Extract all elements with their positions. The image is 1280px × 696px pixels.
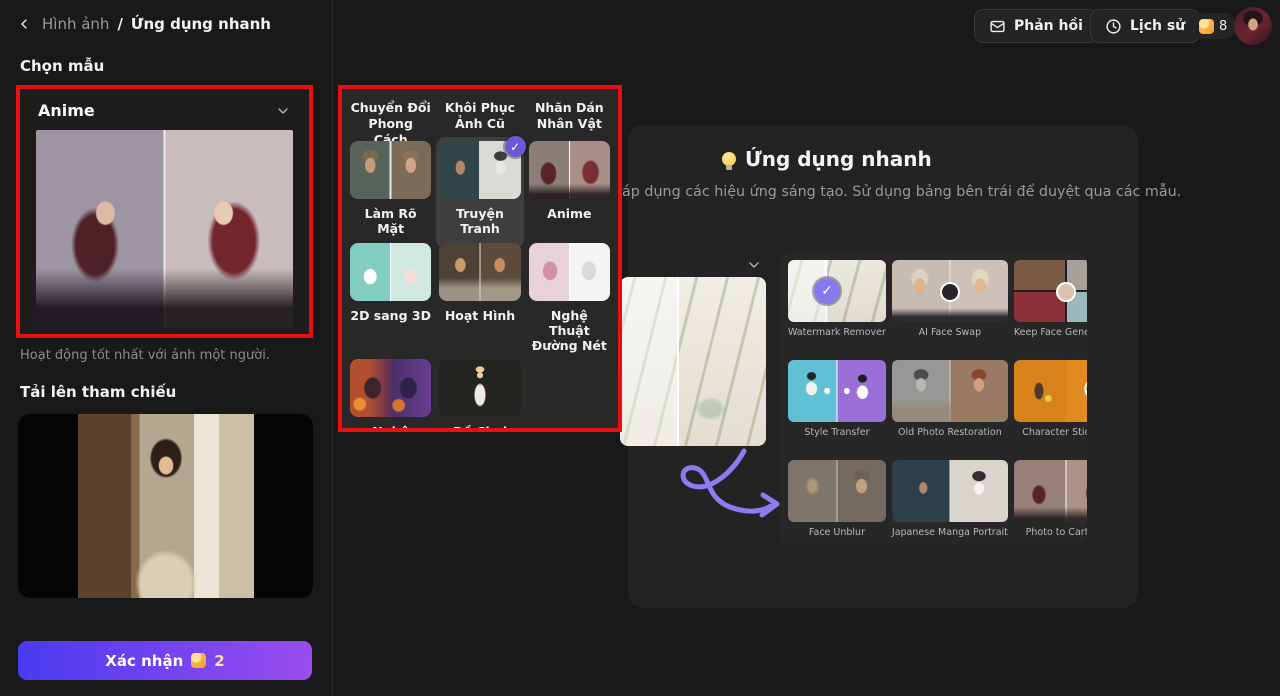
effect-thumbnail [892, 360, 1008, 422]
sidebar-divider [332, 0, 333, 696]
envelope-icon [989, 18, 1006, 35]
template-nghe-thuat[interactable]: Nghệ Thuật [350, 359, 431, 432]
effect-keep-face-generation[interactable]: Keep Face Generation [1014, 260, 1087, 360]
curved-arrow-icon [616, 445, 792, 531]
app-window: Hình ảnh / Ứng dụng nhanh Phản hồi Lịch … [0, 0, 1280, 696]
effect-character-stickers[interactable]: Character Stickers [1014, 360, 1087, 460]
template-categories-panel: Chuyển Đổi Phong Cách Khôi Phục Ảnh Cũ N… [338, 85, 622, 432]
effect-thumbnail [892, 260, 1008, 322]
effect-thumbnail [788, 360, 886, 422]
effect-label: AI Face Swap [919, 327, 981, 338]
template-dropdown[interactable]: Anime [20, 89, 309, 128]
reference-photo [78, 414, 254, 598]
face-ring-icon [940, 282, 960, 302]
upload-reference-title: Tải lên tham chiếu [20, 383, 176, 401]
effect-label: Style Transfer [804, 427, 869, 438]
confirm-button[interactable]: Xác nhận 2 [18, 641, 312, 680]
back-icon[interactable] [14, 14, 34, 34]
lightbulb-icon [722, 152, 736, 166]
template-label: Đồ Chơi Nhựa [439, 424, 520, 432]
avatar[interactable] [1234, 7, 1272, 45]
feedback-button[interactable]: Phản hồi [974, 9, 1098, 43]
template-label: 2D sang 3D [350, 308, 431, 323]
reference-upload-area[interactable] [18, 414, 313, 598]
confirm-cost: 2 [214, 652, 224, 670]
effect-label: Face Unblur [809, 527, 865, 538]
clock-icon [1105, 18, 1122, 35]
template-nghe-thuat-duong-net[interactable]: Nghệ Thuật Đường Nét [529, 243, 610, 359]
effect-label: Old Photo Restoration [898, 427, 1002, 438]
credits-badge[interactable]: 8 [1190, 13, 1236, 39]
confirm-label: Xác nhận [105, 652, 183, 670]
template-preview-image [36, 130, 293, 328]
template-hint: Hoạt động tốt nhất với ảnh một người. [20, 348, 270, 363]
template-label: Hoạt Hình [445, 308, 515, 323]
page-title: Ứng dụng nhanh [722, 147, 932, 171]
effects-grid: ✓ Watermark Remover AI Face Swap Keep Fa… [780, 252, 1087, 545]
effect-japanese-manga-portrait[interactable]: Japanese Manga Portrait [892, 460, 1008, 538]
page-title-text: Ứng dụng nhanh [745, 147, 932, 171]
effect-label: Japanese Manga Portrait [892, 527, 1008, 538]
template-label: Nghệ Thuật Đường Nét [529, 308, 610, 353]
check-icon: ✓ [505, 136, 526, 157]
chevron-down-icon [275, 103, 291, 119]
history-label: Lịch sử [1130, 18, 1185, 34]
check-icon: ✓ [814, 278, 840, 304]
effect-thumbnail [1014, 360, 1087, 422]
template-thumbnail: ✓ [439, 141, 520, 199]
breadcrumb-current: Ứng dụng nhanh [131, 15, 271, 33]
page-subtitle: áp dụng các hiệu ứng sáng tạo. Sử dụng b… [622, 184, 1134, 200]
effect-thumbnail [892, 460, 1008, 522]
face-ring-icon [1056, 282, 1076, 302]
watermark-preview-image [620, 277, 766, 446]
effect-label: Photo to Cartoon [1026, 527, 1087, 538]
template-thumbnail [350, 243, 431, 301]
template-thumbnail [529, 141, 610, 199]
template-label: Truyện Tranh [439, 206, 520, 236]
effect-thumbnail: ✓ [788, 260, 886, 322]
template-label: Làm Rõ Mặt [350, 206, 431, 236]
template-anime[interactable]: Anime [529, 141, 610, 243]
category-header: Chuyển Đổi Phong Cách [350, 95, 431, 141]
effect-thumbnail [1014, 260, 1087, 322]
category-header: Khôi Phục Ảnh Cũ [439, 95, 520, 141]
effect-ai-face-swap[interactable]: AI Face Swap [892, 260, 1008, 360]
category-header: Nhãn Dán Nhân Vật [529, 95, 610, 141]
template-truyen-tranh[interactable]: ✓ Truyện Tranh [436, 137, 523, 249]
breadcrumb-separator: / [117, 15, 122, 33]
template-thumbnail [350, 359, 431, 417]
effect-thumbnail [788, 460, 886, 522]
effect-thumbnail [1014, 460, 1087, 522]
template-dropdown-value: Anime [38, 101, 95, 120]
quick-apps-panel: Ứng dụng nhanh áp dụng các hiệu ứng sáng… [628, 125, 1138, 608]
effect-label: Keep Face Generation [1014, 327, 1087, 338]
feedback-label: Phản hồi [1014, 18, 1083, 34]
template-hoat-hinh[interactable]: Hoạt Hình [439, 243, 520, 359]
coin-icon [1199, 19, 1214, 34]
credits-count: 8 [1219, 19, 1227, 34]
breadcrumb-parent[interactable]: Hình ảnh [42, 15, 109, 33]
template-label: Nghệ Thuật [350, 424, 431, 432]
effect-old-photo-restoration[interactable]: Old Photo Restoration [892, 360, 1008, 460]
effect-watermark-remover[interactable]: ✓ Watermark Remover [788, 260, 886, 360]
template-thumbnail [439, 359, 520, 417]
template-thumbnail [529, 243, 610, 301]
template-lam-ro-mat[interactable]: Làm Rõ Mặt [350, 141, 431, 243]
effect-label: Watermark Remover [788, 327, 886, 338]
template-2d-sang-3d[interactable]: 2D sang 3D [350, 243, 431, 359]
effect-style-transfer[interactable]: Style Transfer [788, 360, 886, 460]
effect-face-unblur[interactable]: Face Unblur [788, 460, 886, 538]
breadcrumb: Hình ảnh / Ứng dụng nhanh [14, 14, 271, 34]
coin-icon [191, 653, 206, 668]
template-label: Anime [547, 206, 591, 221]
collapse-chevron-icon[interactable] [746, 257, 762, 277]
template-select-highlight: Anime [16, 85, 313, 338]
template-thumbnail [350, 141, 431, 199]
template-thumbnail [439, 243, 520, 301]
effect-label: Character Stickers [1022, 427, 1087, 438]
choose-template-title: Chọn mẫu [20, 57, 104, 75]
history-button[interactable]: Lịch sử [1090, 9, 1200, 43]
effect-photo-to-cartoon[interactable]: Photo to Cartoon [1014, 460, 1087, 538]
template-do-choi-nhua[interactable]: Đồ Chơi Nhựa [439, 359, 520, 432]
